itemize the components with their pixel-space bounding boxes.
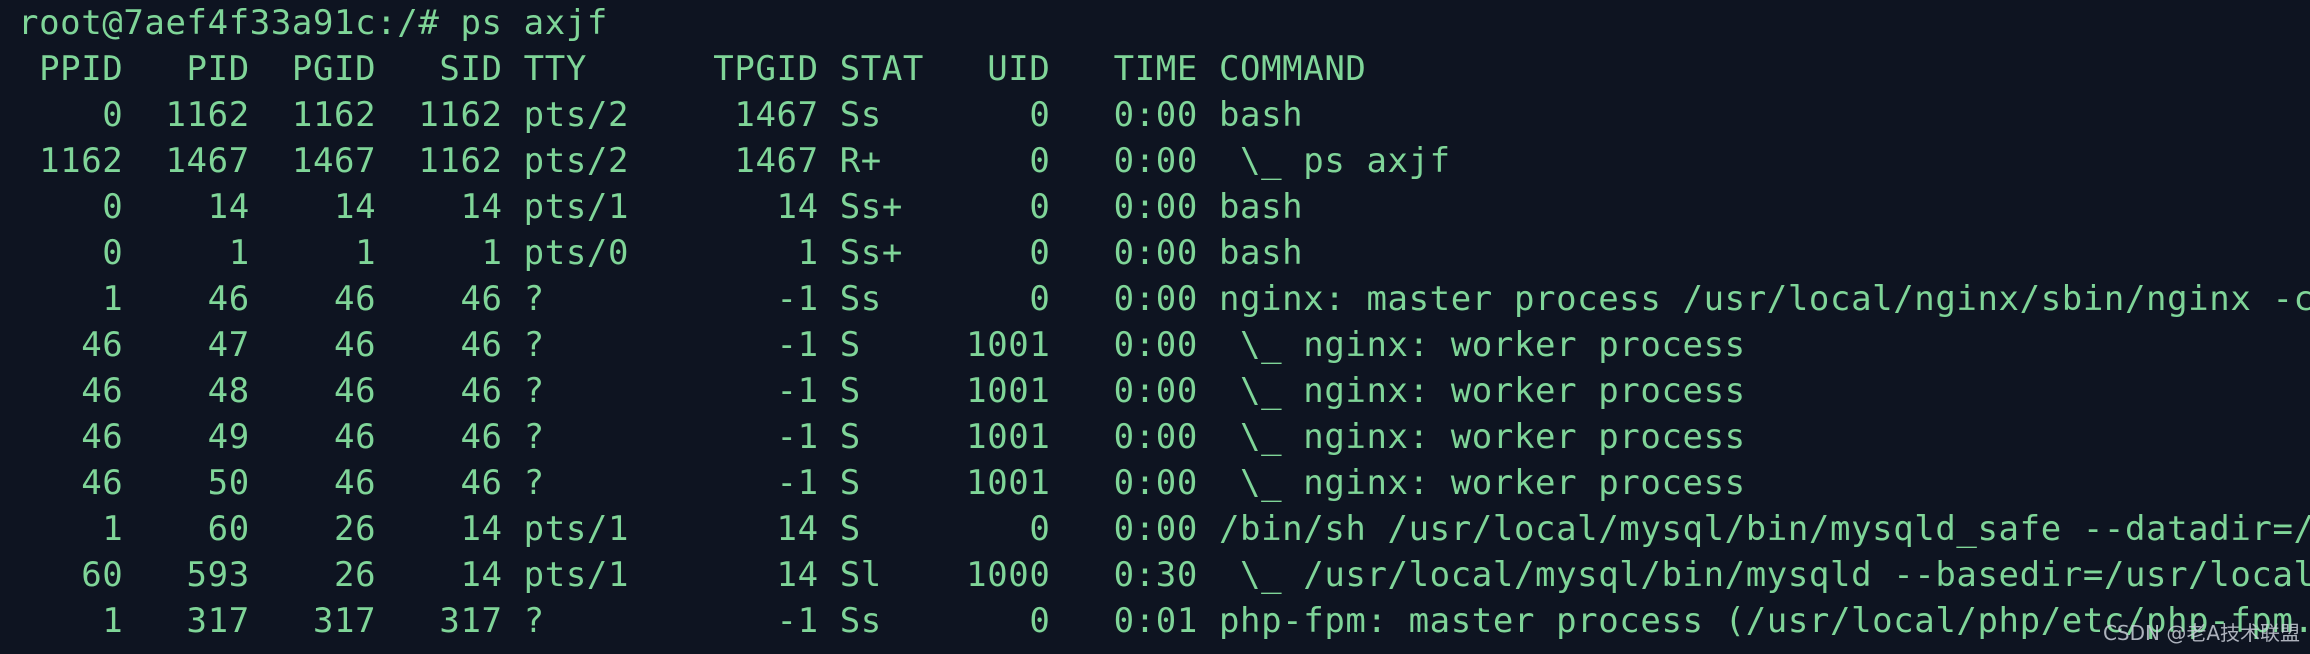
process-row: 46 50 46 46 ? -1 S 1001 0:00 \_ nginx: w… — [18, 463, 1746, 503]
command-prompt-line: root@7aef4f33a91c:/# ps axjf — [18, 3, 608, 43]
ps-column-header: PPID PID PGID SID TTY TPGID STAT UID TIM… — [18, 49, 1367, 89]
process-row: 1 46 46 46 ? -1 Ss 0 0:00 nginx: master … — [18, 279, 2310, 319]
process-row: 1162 1467 1467 1162 pts/2 1467 R+ 0 0:00… — [18, 141, 1451, 181]
process-row: 46 48 46 46 ? -1 S 1001 0:00 \_ nginx: w… — [18, 371, 1746, 411]
csdn-watermark: CSDN @老A技术联盟 — [2102, 621, 2300, 645]
process-row: 1 317 317 317 ? -1 Ss 0 0:01 php-fpm: ma… — [18, 601, 2310, 641]
process-row: 60 593 26 14 pts/1 14 Sl 1000 0:30 \_ /u… — [18, 555, 2310, 595]
terminal-window[interactable]: root@7aef4f33a91c:/# ps axjf PPID PID PG… — [0, 0, 2310, 654]
process-row: 46 47 46 46 ? -1 S 1001 0:00 \_ nginx: w… — [18, 325, 1746, 365]
process-row: 0 1 1 1 pts/0 1 Ss+ 0 0:00 bash — [18, 233, 1304, 273]
process-row: 0 14 14 14 pts/1 14 Ss+ 0 0:00 bash — [18, 187, 1304, 227]
process-row: 0 1162 1162 1162 pts/2 1467 Ss 0 0:00 ba… — [18, 95, 1304, 135]
process-row: 46 49 46 46 ? -1 S 1001 0:00 \_ nginx: w… — [18, 417, 1746, 457]
process-row: 1 60 26 14 pts/1 14 S 0 0:00 /bin/sh /us… — [18, 509, 2310, 549]
